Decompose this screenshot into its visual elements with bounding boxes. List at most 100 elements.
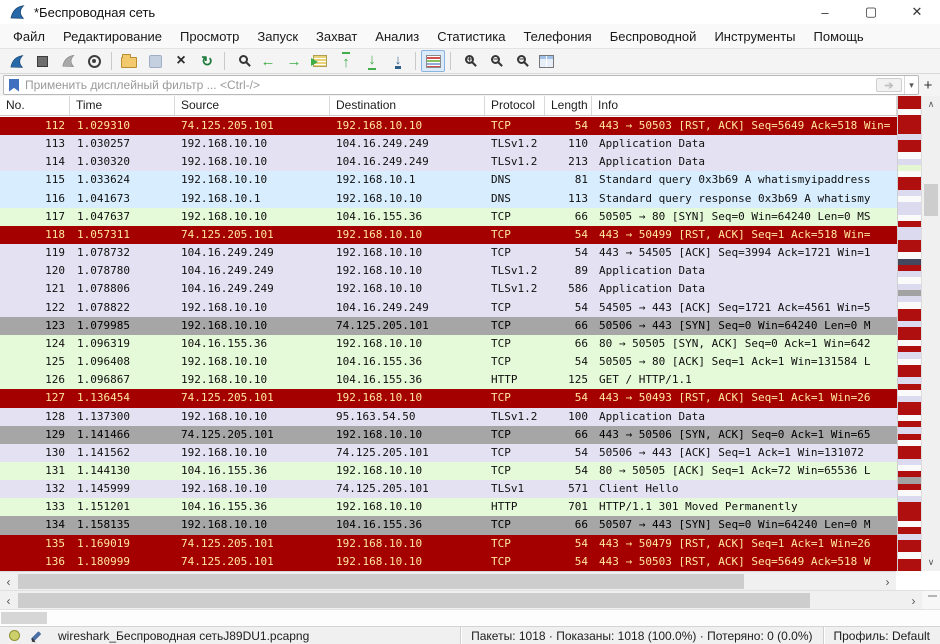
auto-scroll-button[interactable]: ↓ <box>386 50 410 72</box>
packet-row-116[interactable]: 1161.041673192.168.10.1192.168.10.10DNS1… <box>0 190 897 208</box>
title-bar: *Беспроводная сеть –▢✕ <box>0 0 940 24</box>
zoom-out-button[interactable]: − <box>482 50 506 72</box>
packet-row-112[interactable]: 1121.02931074.125.205.101192.168.10.10TC… <box>0 117 897 135</box>
minimize-button[interactable]: – <box>802 0 848 24</box>
scroll-up-arrow-icon[interactable]: ∧ <box>922 96 940 113</box>
stop-capture-button[interactable] <box>30 50 54 72</box>
cell-src: 104.16.155.36 <box>175 462 330 480</box>
column-header-info[interactable]: Info <box>592 96 897 115</box>
menu-item-0[interactable]: Файл <box>4 26 54 47</box>
menu-item-7[interactable]: Телефония <box>514 26 600 47</box>
menu-item-2[interactable]: Просмотр <box>171 26 248 47</box>
capture-comment-pencil-icon[interactable] <box>32 630 44 642</box>
packet-row-126[interactable]: 1261.096867192.168.10.10104.16.155.36HTT… <box>0 371 897 389</box>
column-header-proto[interactable]: Protocol <box>485 96 545 115</box>
resize-columns-button[interactable] <box>534 50 558 72</box>
packet-row-119[interactable]: 1191.078732104.16.249.249192.168.10.10TC… <box>0 244 897 262</box>
packet-row-127[interactable]: 1271.13645474.125.205.101192.168.10.10TC… <box>0 389 897 407</box>
packet-row-130[interactable]: 1301.141562192.168.10.1074.125.205.101TC… <box>0 444 897 462</box>
packet-row-128[interactable]: 1281.137300192.168.10.1095.163.54.50TLSv… <box>0 408 897 426</box>
packet-row-117[interactable]: 1171.047637192.168.10.10104.16.155.36TCP… <box>0 208 897 226</box>
packet-row-125[interactable]: 1251.096408192.168.10.10104.16.155.36TCP… <box>0 353 897 371</box>
packet-row-135[interactable]: 1351.16901974.125.205.101192.168.10.10TC… <box>0 535 897 553</box>
find-packet-button[interactable] <box>230 50 254 72</box>
go-to-bottom-button[interactable]: ↓ <box>360 50 384 72</box>
packet-list-hscrollbar[interactable]: ‹ › <box>0 571 896 590</box>
lower-hscrollbar[interactable]: ‹ › <box>0 590 922 609</box>
add-filter-button[interactable]: + <box>919 75 937 95</box>
packet-row-115[interactable]: 1151.033624192.168.10.10192.168.10.1DNS8… <box>0 171 897 189</box>
packet-row-123[interactable]: 1231.079985192.168.10.1074.125.205.101TC… <box>0 317 897 335</box>
vertical-scrollbar-thumb[interactable] <box>924 184 938 216</box>
go-back-button[interactable]: ← <box>256 50 280 72</box>
profile-label[interactable]: Профиль: Default <box>823 627 940 644</box>
packet-row-114[interactable]: 1141.030320192.168.10.10104.16.249.249TL… <box>0 153 897 171</box>
column-header-src[interactable]: Source <box>175 96 330 115</box>
cell-no: 122 <box>0 299 70 317</box>
filter-bookmark-icon[interactable] <box>9 79 19 92</box>
expert-info-icon[interactable] <box>9 630 20 641</box>
column-header-no[interactable]: No. <box>0 96 70 115</box>
cell-dst: 104.16.155.36 <box>330 516 485 534</box>
packet-row-121[interactable]: 1211.078806104.16.249.249192.168.10.10TL… <box>0 280 897 298</box>
open-file-button[interactable] <box>117 50 141 72</box>
capture-options-button[interactable] <box>82 50 106 72</box>
menu-item-8[interactable]: Беспроводной <box>601 26 706 47</box>
go-to-top-button[interactable]: ↑ <box>334 50 358 72</box>
mini-scrollbar-thumb[interactable] <box>1 612 47 624</box>
cell-info: 443 → 50493 [RST, ACK] Seq=1 Ack=1 Win=2… <box>592 389 897 407</box>
column-header-dst[interactable]: Destination <box>330 96 485 115</box>
menu-item-9[interactable]: Инструменты <box>705 26 804 47</box>
hscrollbar-thumb[interactable] <box>18 574 744 589</box>
toolbar-separator <box>415 52 416 70</box>
close-file-button[interactable]: × <box>169 50 193 72</box>
menu-item-10[interactable]: Помощь <box>805 26 873 47</box>
apply-filter-button[interactable]: ➔ <box>876 78 902 92</box>
cell-len: 54 <box>545 553 592 571</box>
packet-list-header[interactable]: No.TimeSourceDestinationProtocolLengthIn… <box>0 96 897 116</box>
colorize-packets-button[interactable] <box>421 50 445 72</box>
packet-row-133[interactable]: 1331.151201104.16.155.36192.168.10.10HTT… <box>0 498 897 516</box>
packet-row-124[interactable]: 1241.096319104.16.155.36192.168.10.10TCP… <box>0 335 897 353</box>
scroll-right-arrow-icon[interactable]: › <box>905 591 922 610</box>
scroll-left-arrow-icon[interactable]: ‹ <box>0 572 17 591</box>
restart-capture-button[interactable] <box>56 50 80 72</box>
cell-no: 127 <box>0 389 70 407</box>
menu-item-5[interactable]: Анализ <box>366 26 428 47</box>
packet-row-118[interactable]: 1181.05731174.125.205.101192.168.10.10TC… <box>0 226 897 244</box>
cell-proto: TCP <box>485 317 545 335</box>
menu-item-4[interactable]: Захват <box>307 26 366 47</box>
filter-dropdown-caret[interactable]: ▾ <box>904 76 918 94</box>
menu-item-1[interactable]: Редактирование <box>54 26 171 47</box>
go-to-packet-button[interactable] <box>308 50 332 72</box>
packet-row-136[interactable]: 1361.18099974.125.205.101192.168.10.10TC… <box>0 553 897 571</box>
scroll-left-arrow-icon[interactable]: ‹ <box>0 591 17 610</box>
packet-row-131[interactable]: 1311.144130104.16.155.36192.168.10.10TCP… <box>0 462 897 480</box>
column-header-len[interactable]: Length <box>545 96 592 115</box>
cell-len: 66 <box>545 208 592 226</box>
column-header-time[interactable]: Time <box>70 96 175 115</box>
hscrollbar-thumb[interactable] <box>18 593 810 608</box>
packet-row-122[interactable]: 1221.078822192.168.10.10104.16.249.249TC… <box>0 299 897 317</box>
packet-row-129[interactable]: 1291.14146674.125.205.101192.168.10.10TC… <box>0 426 897 444</box>
packet-row-134[interactable]: 1341.158135192.168.10.10104.16.155.36TCP… <box>0 516 897 534</box>
scroll-down-arrow-icon[interactable]: ∨ <box>922 554 940 571</box>
menu-item-6[interactable]: Статистика <box>428 26 514 47</box>
intelligent-scrollbar-minimap[interactable] <box>897 96 921 571</box>
go-forward-button[interactable]: → <box>282 50 306 72</box>
reload-file-button[interactable]: ↻ <box>195 50 219 72</box>
zoom-reset-button[interactable]: − <box>508 50 532 72</box>
vertical-scrollbar[interactable]: ∧ ∨ <box>921 96 940 571</box>
maximize-button[interactable]: ▢ <box>848 0 894 24</box>
start-capture-button[interactable] <box>4 50 28 72</box>
cell-proto: TCP <box>485 535 545 553</box>
save-file-button[interactable] <box>143 50 167 72</box>
close-button[interactable]: ✕ <box>894 0 940 24</box>
packet-row-132[interactable]: 1321.145999192.168.10.1074.125.205.101TL… <box>0 480 897 498</box>
scroll-right-arrow-icon[interactable]: › <box>879 572 896 591</box>
packet-row-113[interactable]: 1131.030257192.168.10.10104.16.249.249TL… <box>0 135 897 153</box>
packet-row-120[interactable]: 1201.078780104.16.249.249192.168.10.10TL… <box>0 262 897 280</box>
menu-item-3[interactable]: Запуск <box>248 26 307 47</box>
display-filter-input[interactable] <box>25 78 876 92</box>
zoom-in-button[interactable]: + <box>456 50 480 72</box>
